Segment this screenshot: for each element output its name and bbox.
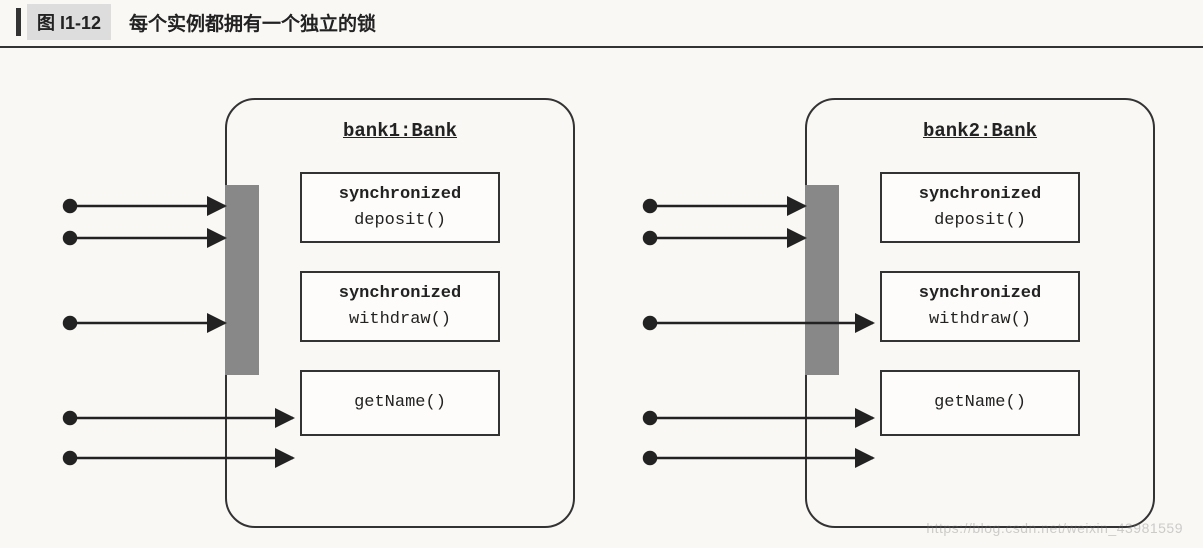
method-box-getname: getName() bbox=[300, 370, 500, 436]
instance-bank2: bank2:Bank synchronized deposit() synchr… bbox=[805, 98, 1155, 528]
instance-title: bank2:Bank bbox=[807, 120, 1153, 142]
method-name: getName() bbox=[306, 390, 494, 416]
figure-caption: 每个实例都拥有一个独立的锁 bbox=[129, 9, 376, 36]
method-name: getName() bbox=[886, 390, 1074, 416]
method-box-withdraw: synchronized withdraw() bbox=[880, 271, 1080, 342]
figure-label: 图 I1-12 bbox=[27, 4, 111, 40]
watermark: https://blog.csdn.net/weixin_43981559 bbox=[926, 520, 1183, 536]
method-box-withdraw: synchronized withdraw() bbox=[300, 271, 500, 342]
synchronized-keyword: synchronized bbox=[886, 182, 1074, 208]
diagram-area: bank1:Bank synchronized deposit() synchr… bbox=[0, 48, 1203, 548]
header-accent-bar bbox=[16, 8, 21, 36]
method-name: deposit() bbox=[886, 208, 1074, 234]
method-box-getname: getName() bbox=[880, 370, 1080, 436]
instance-bank1: bank1:Bank synchronized deposit() synchr… bbox=[225, 98, 575, 528]
method-name: deposit() bbox=[306, 208, 494, 234]
figure-header: 图 I1-12 每个实例都拥有一个独立的锁 bbox=[0, 0, 1203, 48]
method-box-deposit: synchronized deposit() bbox=[880, 172, 1080, 243]
synchronized-keyword: synchronized bbox=[886, 281, 1074, 307]
method-box-deposit: synchronized deposit() bbox=[300, 172, 500, 243]
synchronized-keyword: synchronized bbox=[306, 281, 494, 307]
method-name: withdraw() bbox=[306, 307, 494, 333]
instance-title: bank1:Bank bbox=[227, 120, 573, 142]
synchronized-keyword: synchronized bbox=[306, 182, 494, 208]
method-name: withdraw() bbox=[886, 307, 1074, 333]
